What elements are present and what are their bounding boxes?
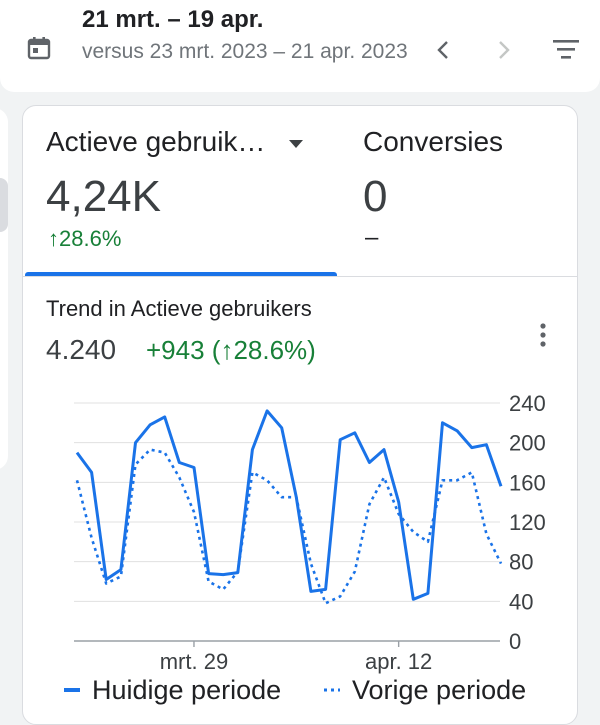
comparison-range-label: versus 23 mrt. 2023 – 21 apr. 2023 bbox=[82, 40, 408, 63]
trend-title: Trend in Actieve gebruikers bbox=[46, 296, 312, 321]
legend-label: Huidige periode bbox=[92, 675, 281, 705]
trend-delta: +943 (↑28.6%) bbox=[146, 335, 316, 365]
trend-line-chart: 0 40 80 120 160 200 240 mrt. 29 apr. 12 Huidige … bbox=[64, 391, 546, 705]
date-range-bar[interactable]: 21 mrt. – 19 apr. versus 23 mrt. 2023 – … bbox=[0, 0, 600, 92]
y-tick-label: 240 bbox=[509, 391, 546, 416]
y-tick-label: 80 bbox=[509, 550, 533, 575]
metric-label: Conversies bbox=[363, 126, 504, 157]
chevron-right-icon[interactable] bbox=[489, 36, 517, 64]
metric-change: ↑28.6% bbox=[48, 226, 122, 251]
series-line-current bbox=[75, 409, 503, 601]
metric-label: Actieve gebruik… bbox=[46, 126, 266, 157]
trend-total: 4.240 bbox=[46, 334, 117, 365]
divider bbox=[23, 276, 577, 277]
metric-tab-conversions[interactable]: Conversies 0 – bbox=[337, 106, 577, 276]
x-tick-label: apr. 12 bbox=[365, 649, 432, 674]
adjacent-card bbox=[0, 108, 8, 470]
x-tick-label: mrt. 29 bbox=[160, 649, 228, 674]
legend-label: Vorige periode bbox=[352, 675, 526, 705]
metric-value: 4,24K bbox=[46, 172, 161, 221]
calendar-icon[interactable] bbox=[27, 36, 51, 60]
chevron-left-icon[interactable] bbox=[430, 36, 458, 64]
adjacent-card-tab bbox=[0, 178, 8, 232]
y-tick-label: 200 bbox=[509, 431, 546, 456]
y-tick-label: 120 bbox=[509, 510, 546, 535]
y-tick-label: 160 bbox=[509, 470, 546, 495]
y-tick-label: 40 bbox=[509, 589, 533, 614]
metric-value: 0 bbox=[363, 172, 388, 221]
y-tick-label: 0 bbox=[509, 629, 521, 654]
metric-tab-active-users[interactable]: Actieve gebruik… 4,24K ↑28.6% bbox=[23, 106, 337, 276]
filter-icon[interactable] bbox=[551, 36, 581, 62]
dropdown-arrow-icon[interactable] bbox=[289, 140, 303, 148]
metric-change: – bbox=[365, 224, 379, 251]
more-vert-icon[interactable] bbox=[533, 320, 553, 350]
date-range-label: 21 mrt. – 19 apr. bbox=[82, 6, 264, 33]
